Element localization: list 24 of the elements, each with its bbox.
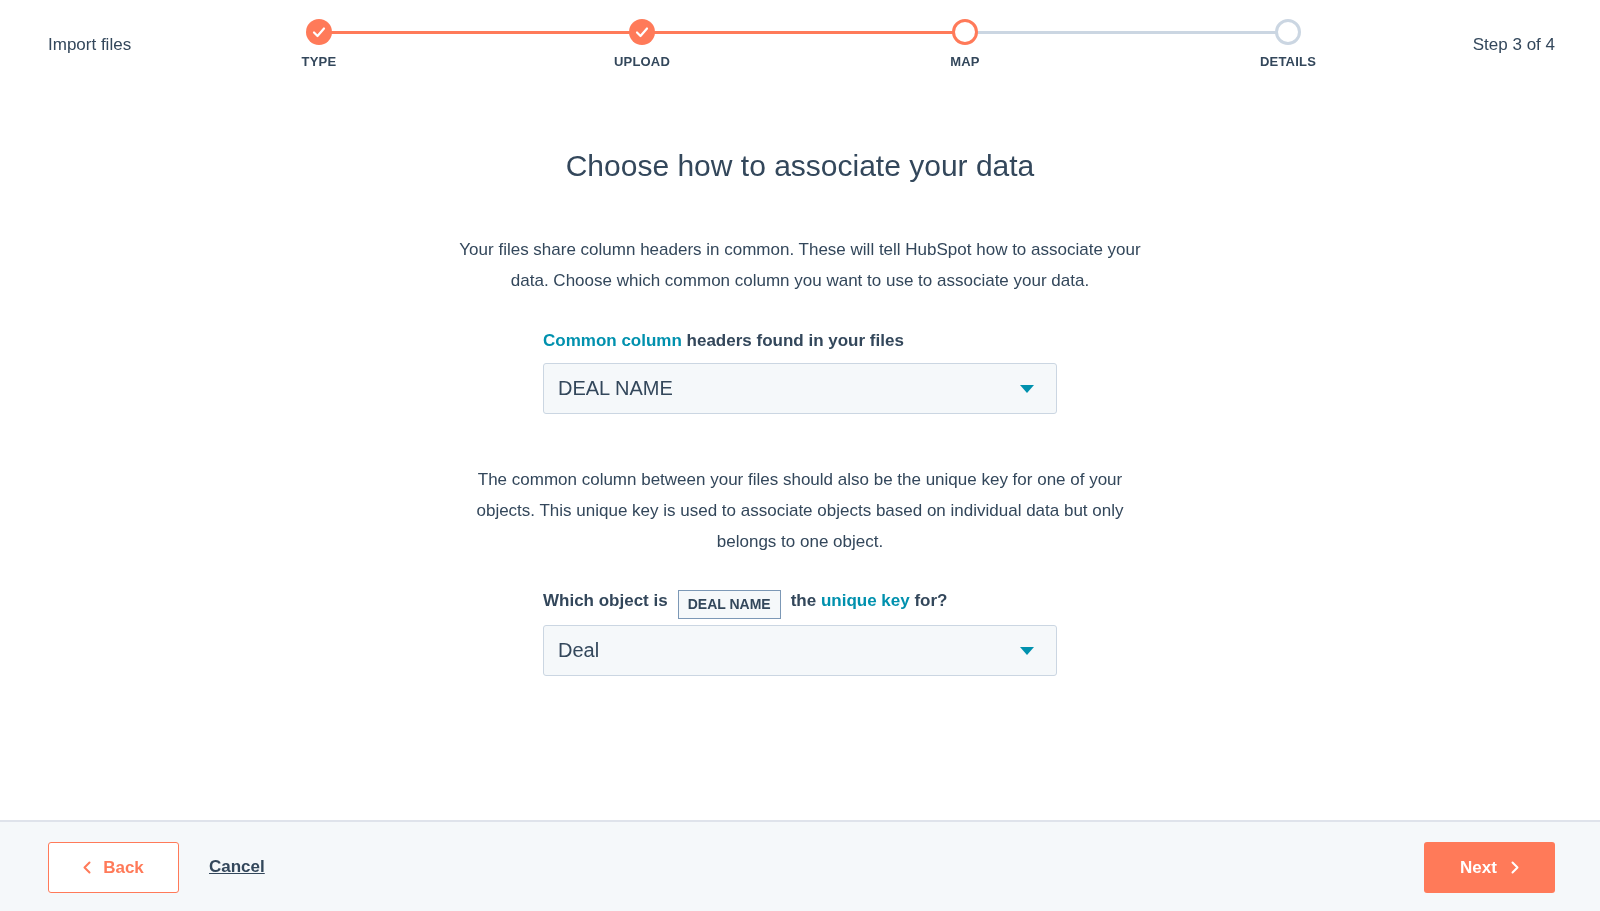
chevron-right-icon — [1510, 861, 1519, 874]
explanation-text: The common column between your files should also be the unique key for one of your objects. This unique key is used to associate objects based on individual data but only belongs to one object. — [475, 469, 1125, 553]
caret-icon — [1020, 384, 1034, 393]
step-label: UPLOAD — [613, 54, 671, 69]
next-button[interactable]: Next — [1424, 842, 1555, 893]
help-link[interactable]: unique key — [820, 591, 910, 610]
step-label: DETAILS — [1259, 54, 1317, 69]
step-label: MAP — [950, 54, 980, 69]
field-label: Common column headers found in your files — [543, 330, 904, 352]
back-button[interactable]: Back — [48, 842, 179, 893]
field-label: Which object is — [543, 590, 668, 612]
key-tag: DEAL NAME — [677, 589, 781, 619]
step-counter: Step 3 of 4 — [1472, 34, 1555, 56]
page-title: Import files — [48, 34, 132, 56]
intro-text: Your files share column headers in common. These will tell HubSpot how to associate your data. Choose which common column you want to use to associate your data. — [458, 239, 1142, 292]
cancel-link[interactable]: Cancel — [209, 856, 265, 878]
heading: Choose how to associate your data — [565, 148, 1035, 184]
field-label: the unique key for? — [790, 590, 948, 612]
column-select[interactable]: DEAL NAME — [543, 363, 1057, 414]
help-link[interactable]: Common column — [543, 331, 682, 350]
chevron-left-icon — [83, 861, 92, 874]
caret-icon — [1020, 646, 1034, 655]
step-label: TYPE — [301, 54, 337, 69]
object-select[interactable]: Deal — [543, 625, 1057, 676]
